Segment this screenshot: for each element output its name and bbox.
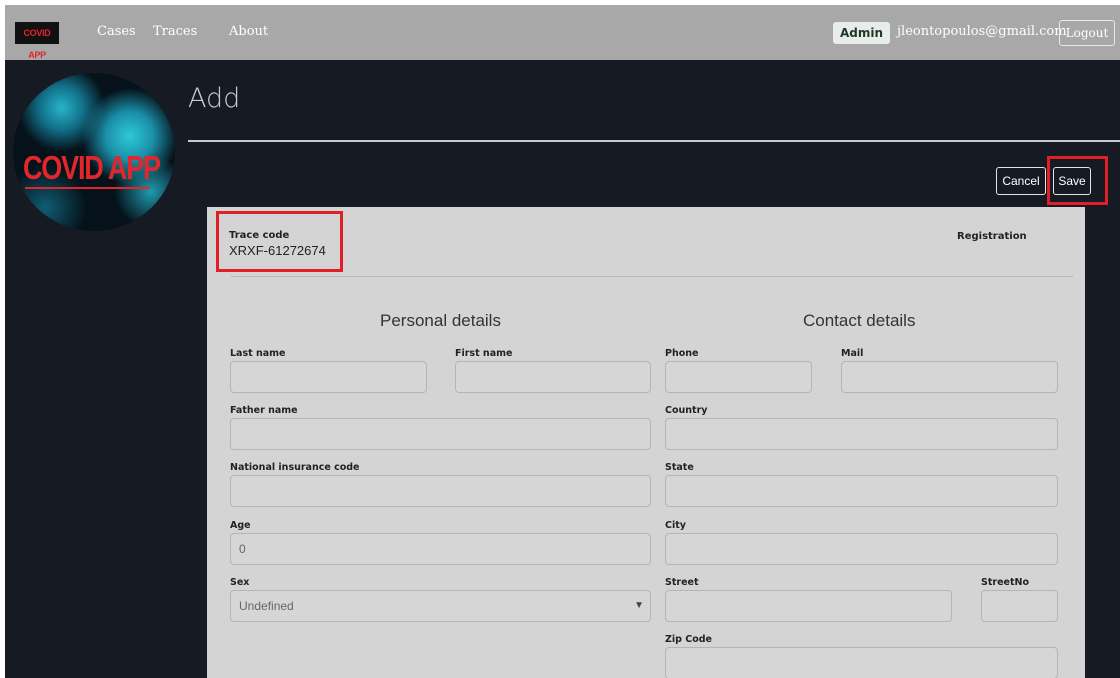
mail-input[interactable]	[841, 361, 1058, 393]
zip-code-input[interactable]	[665, 647, 1058, 678]
street-no-input[interactable]	[981, 590, 1058, 622]
age-input[interactable]: 0	[230, 533, 651, 565]
national-insurance-code-label: National insurance code	[230, 462, 360, 473]
phone-input[interactable]	[665, 361, 812, 393]
state-label: State	[665, 462, 694, 473]
father-name-input[interactable]	[230, 418, 651, 450]
registration-label: Registration	[957, 231, 1027, 242]
country-label: Country	[665, 405, 708, 416]
app-window: COVID APP Cases Traces About Admin jleon…	[5, 5, 1120, 678]
trace-code-highlight-box	[216, 211, 343, 272]
chevron-down-icon: ▼	[634, 600, 644, 611]
zip-code-label: Zip Code	[665, 634, 712, 645]
nav-link-about[interactable]: About	[229, 24, 268, 39]
logo-underline	[25, 187, 150, 189]
state-input[interactable]	[665, 475, 1058, 507]
sex-select-value: Undefined	[239, 599, 294, 613]
navbar-brand[interactable]: COVID APP	[15, 22, 59, 60]
father-name-label: Father name	[230, 405, 298, 416]
nav-link-cases[interactable]: Cases	[97, 24, 136, 39]
street-no-label: StreetNo	[981, 577, 1029, 588]
street-label: Street	[665, 577, 699, 588]
card-divider	[231, 276, 1073, 277]
last-name-label: Last name	[230, 348, 286, 359]
nav-link-traces[interactable]: Traces	[153, 24, 197, 39]
cancel-button[interactable]: Cancel	[996, 167, 1046, 195]
age-label: Age	[230, 520, 251, 531]
first-name-label: First name	[455, 348, 513, 359]
national-insurance-code-input[interactable]	[230, 475, 651, 507]
street-input[interactable]	[665, 590, 952, 622]
logo-text: COVID APP	[23, 149, 161, 186]
last-name-input[interactable]	[230, 361, 427, 393]
covid-app-logo: COVID APP	[13, 73, 175, 231]
country-input[interactable]	[665, 418, 1058, 450]
navbar: COVID APP Cases Traces About Admin jleon…	[5, 5, 1120, 60]
city-input[interactable]	[665, 533, 1058, 565]
page-title: Add	[188, 83, 241, 114]
sex-label: Sex	[230, 577, 250, 588]
contact-details-heading: Contact details	[803, 311, 916, 330]
admin-badge: Admin	[833, 22, 891, 44]
mail-label: Mail	[841, 348, 864, 359]
personal-details-heading: Personal details	[380, 311, 501, 330]
sex-select[interactable]: Undefined ▼	[230, 590, 651, 622]
logout-button[interactable]: Logout	[1059, 20, 1115, 46]
first-name-input[interactable]	[455, 361, 651, 393]
title-divider	[188, 140, 1120, 142]
phone-label: Phone	[665, 348, 699, 359]
city-label: City	[665, 520, 686, 531]
save-highlight-box	[1047, 156, 1108, 205]
user-email: jleontopoulos@gmail.com	[897, 24, 1067, 39]
